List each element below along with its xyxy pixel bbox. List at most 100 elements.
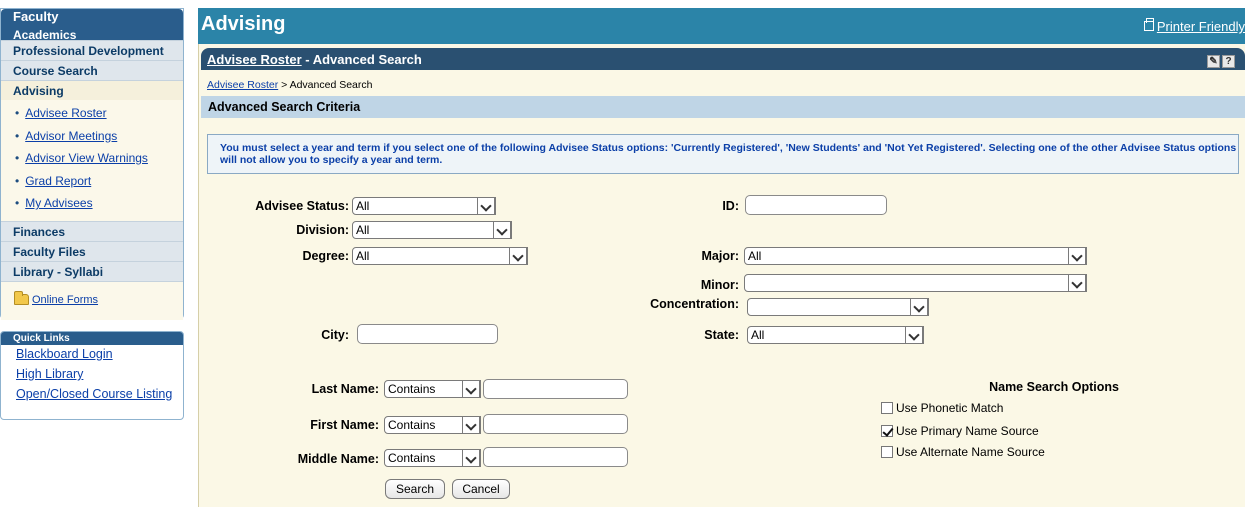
middle-name-mode-select[interactable]: Contains (384, 449, 481, 467)
state-label: State: (704, 328, 739, 342)
submenu-item-advisor-meetings: • Advisor Meetings (1, 125, 183, 148)
alternate-name-option[interactable]: Use Alternate Name Source (881, 445, 1045, 459)
first-name-mode-select[interactable]: Contains (384, 416, 481, 434)
advisee-roster-link[interactable]: Advisee Roster (25, 106, 106, 120)
printer-friendly-text: Printer Friendly (1156, 19, 1245, 34)
first-name-label: First Name: (310, 418, 379, 432)
online-forms-link[interactable]: Online Forms (32, 294, 98, 306)
printer-icon (1143, 18, 1154, 31)
city-input[interactable] (357, 324, 498, 344)
name-search-options-title: Name Search Options (989, 380, 1119, 394)
sidebar-item-professional-development[interactable]: Professional Development (1, 40, 183, 60)
first-name-mode-value: Contains (388, 418, 436, 432)
page-title: Advising (201, 13, 286, 35)
folder-icon (14, 290, 29, 305)
chevron-down-icon (493, 221, 511, 239)
breadcrumb-current: > Advanced Search (278, 79, 373, 91)
last-name-mode-select[interactable]: Contains (384, 380, 481, 398)
my-advisees-link[interactable]: My Advisees (25, 196, 92, 210)
chevron-down-icon (1068, 274, 1086, 292)
help-icon[interactable]: ? (1222, 55, 1235, 68)
advisor-meetings-link[interactable]: Advisor Meetings (25, 129, 117, 143)
quick-link-course-listing[interactable]: Open/Closed Course Listing (1, 385, 183, 405)
quick-links-title: Quick Links (1, 332, 183, 345)
phonetic-match-option[interactable]: Use Phonetic Match (881, 401, 1003, 415)
submenu-item-grad-report: • Grad Report (1, 170, 183, 193)
degree-label: Degree: (302, 249, 349, 263)
panel-advisee-roster-link[interactable]: Advisee Roster (207, 52, 302, 67)
panel-title-suffix: - Advanced Search (301, 52, 422, 67)
bullet-icon: • (15, 128, 20, 143)
alternate-label: Use Alternate Name Source (896, 445, 1045, 459)
alternate-checkbox[interactable] (881, 446, 893, 458)
search-button[interactable]: Search (385, 479, 445, 499)
major-label: Major: (701, 249, 740, 263)
first-name-input[interactable] (483, 414, 628, 434)
middle-name-input[interactable] (483, 447, 628, 467)
printer-friendly-link[interactable]: Printer Friendly (1143, 18, 1245, 34)
quick-link-blackboard-login[interactable]: Blackboard Login (1, 345, 183, 365)
state-select[interactable]: All (747, 326, 924, 344)
chevron-down-icon (462, 416, 480, 434)
last-name-input[interactable] (483, 379, 628, 399)
primary-name-option[interactable]: Use Primary Name Source (881, 424, 1039, 438)
settings-icon[interactable]: ✎ (1207, 55, 1220, 68)
degree-select[interactable]: All (352, 247, 528, 265)
chevron-down-icon (462, 449, 480, 467)
bullet-icon: • (15, 173, 20, 188)
chevron-down-icon (1068, 247, 1086, 265)
chevron-down-icon (910, 298, 928, 316)
state-value: All (751, 328, 765, 342)
last-name-label: Last Name: (311, 382, 379, 396)
major-select[interactable]: All (744, 247, 1087, 265)
sidebar-item-finances[interactable]: Finances (1, 220, 183, 241)
id-input[interactable] (745, 195, 887, 215)
notice-box: You must select a year and term if you s… (207, 134, 1239, 174)
id-label: ID: (722, 199, 739, 213)
advisee-status-select[interactable]: All (352, 197, 496, 215)
panel-icons: ✎? (1205, 52, 1235, 68)
major-value: All (748, 249, 762, 263)
advisor-view-warnings-link[interactable]: Advisor View Warnings (25, 151, 148, 165)
panel-header: Advisee Roster - Advanced Search ✎? (201, 48, 1245, 70)
middle-name-mode-value: Contains (388, 451, 436, 465)
chevron-down-icon (905, 326, 923, 344)
cancel-button[interactable]: Cancel (452, 479, 510, 499)
division-value: All (356, 223, 370, 237)
division-select[interactable]: All (352, 221, 512, 239)
breadcrumb-advisee-roster-link[interactable]: Advisee Roster (207, 79, 278, 91)
sidebar-item-academics[interactable]: Academics (1, 28, 183, 42)
sidebar-item-library-syllabi[interactable]: Library - Syllabi (1, 260, 183, 281)
main-area: Advising Printer Friendly Advisee Roster… (198, 0, 1245, 507)
quick-link-high-library[interactable]: High Library (1, 365, 183, 385)
sidebar-item-advising[interactable]: Advising (1, 80, 183, 100)
bullet-icon: • (15, 151, 20, 165)
division-label: Division: (296, 223, 349, 237)
content-panel: Advisee Roster - Advanced Search ✎? Advi… (198, 44, 1245, 507)
criteria-header: Advanced Search Criteria (201, 96, 1245, 118)
concentration-select[interactable] (747, 298, 929, 316)
advisee-status-label: Advisee Status: (255, 199, 349, 213)
city-label: City: (321, 328, 349, 342)
chevron-down-icon (509, 247, 527, 265)
quick-links-panel: Quick Links Blackboard Login High Librar… (0, 331, 184, 420)
phonetic-checkbox[interactable] (881, 402, 893, 414)
online-forms-area: Online Forms (1, 280, 183, 320)
minor-label: Minor: (700, 278, 739, 292)
advisee-status-value: All (356, 199, 370, 213)
grad-report-link[interactable]: Grad Report (25, 174, 91, 188)
primary-checkbox[interactable] (881, 425, 893, 437)
sidebar-item-faculty-files[interactable]: Faculty Files (1, 240, 183, 261)
chevron-down-icon (462, 380, 480, 398)
concentration-label: Concentration: (650, 297, 739, 311)
advising-submenu: • Advisee Roster • Advisor Meetings • Advis… (1, 100, 183, 221)
degree-value: All (356, 249, 370, 263)
minor-select[interactable] (744, 274, 1087, 292)
bullet-icon: • (15, 196, 20, 210)
bullet-icon: • (15, 106, 20, 120)
sidebar-item-course-search[interactable]: Course Search (1, 60, 183, 80)
sidebar: Faculty Academics Professional Developme… (0, 8, 184, 320)
middle-name-label: Middle Name: (297, 452, 379, 466)
breadcrumb: Advisee Roster > Advanced Search (207, 79, 372, 91)
page-header: Advising Printer Friendly (198, 8, 1245, 44)
